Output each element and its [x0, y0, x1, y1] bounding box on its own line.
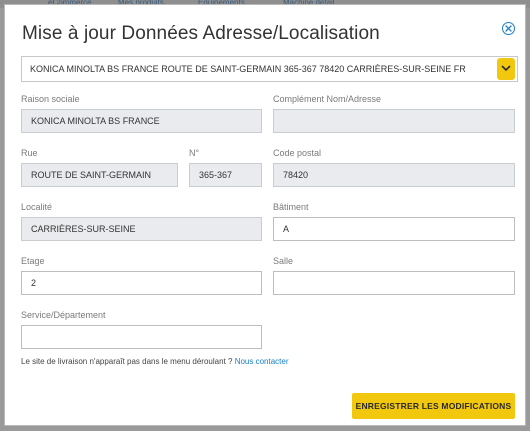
contact-link[interactable]: Nous contacter — [235, 357, 289, 366]
service-field[interactable] — [21, 325, 262, 349]
salle-label: Salle — [273, 256, 294, 266]
helper-text: Le site de livraison n'apparaît pas dans… — [21, 357, 233, 366]
close-icon[interactable] — [502, 22, 515, 35]
localite-field[interactable]: CARRIÈRES-SUR-SEINE — [21, 217, 262, 241]
rue-label: Rue — [21, 148, 38, 158]
dialog-title: Mise à jour Données Adresse/Localisation — [22, 23, 380, 44]
code-postal-label: Code postal — [273, 148, 322, 158]
etage-field[interactable]: 2 — [21, 271, 262, 295]
salle-field[interactable] — [273, 271, 515, 295]
numero-field[interactable]: 365-367 — [189, 163, 262, 187]
raison-sociale-label: Raison sociale — [21, 94, 80, 104]
complement-label: Complément Nom/Adresse — [273, 94, 382, 104]
localite-label: Localité — [21, 202, 53, 212]
address-select[interactable]: KONICA MINOLTA BS FRANCE ROUTE DE SAINT-… — [21, 56, 518, 82]
save-button[interactable]: ENREGISTRER LES MODIFICATIONS — [352, 393, 515, 419]
numero-label: N° — [189, 148, 200, 158]
etage-label: Etage — [21, 256, 45, 266]
batiment-field[interactable]: A — [273, 217, 515, 241]
address-update-dialog: Mise à jour Données Adresse/Localisation… — [4, 4, 526, 426]
batiment-label: Bâtiment — [273, 202, 309, 212]
service-label: Service/Département — [21, 310, 106, 320]
raison-sociale-field[interactable]: KONICA MINOLTA BS FRANCE — [21, 109, 262, 133]
complement-field[interactable] — [273, 109, 515, 133]
delivery-site-helper: Le site de livraison n'apparaît pas dans… — [21, 357, 289, 366]
code-postal-field[interactable]: 78420 — [273, 163, 515, 187]
chevron-down-icon[interactable] — [497, 58, 515, 80]
rue-field[interactable]: ROUTE DE SAINT-GERMAIN — [21, 163, 178, 187]
